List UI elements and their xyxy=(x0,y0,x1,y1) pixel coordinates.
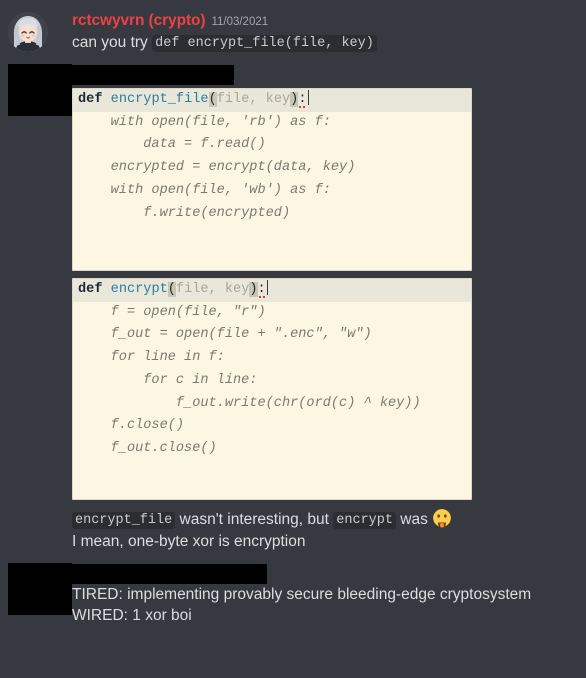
message-redacted-code: def encrypt_file(file, key): with open(f… xyxy=(0,54,586,552)
text-caret xyxy=(307,90,309,105)
message-encrypt-file-comment: encrypt_file wasn't interesting, but enc… xyxy=(72,508,576,531)
code-line: with open(file, 'wb') as f: xyxy=(78,182,331,198)
redacted-avatar xyxy=(8,563,72,615)
inline-code: def encrypt_file(file, key) xyxy=(152,35,377,52)
code-line: f.close() xyxy=(78,418,185,434)
token-function-name: encrypt_file xyxy=(110,92,209,107)
text-caret xyxy=(266,280,268,295)
code-screenshot-encrypt-file[interactable]: def encrypt_file(file, key): with open(f… xyxy=(72,88,472,271)
code-signature-line: def encrypt_file(file, key): xyxy=(73,89,471,112)
code-signature-line: def encrypt(file, key): xyxy=(73,279,471,302)
message-body: def encrypt_file(file, key): with open(f… xyxy=(72,64,576,552)
code-line: f_out.write(chr(ord(c) ^ key)) xyxy=(78,395,421,411)
message-header xyxy=(72,65,576,85)
message-header: rctcwyvrn (crypto) 11/03/2021 xyxy=(72,11,576,32)
redacted-username xyxy=(72,564,267,584)
message-body: TIRED: implementing provably secure blee… xyxy=(72,563,576,626)
code-screenshot-encrypt[interactable]: def encrypt(file, key): f = open(file, "… xyxy=(72,278,472,500)
username[interactable]: rctcwyvrn (crypto) xyxy=(72,12,206,29)
token-open-paren: ( xyxy=(167,282,176,297)
inline-code-encrypt: encrypt xyxy=(333,512,396,529)
avatar-column xyxy=(8,563,72,626)
inline-code-encrypt-file: encrypt_file xyxy=(72,512,176,529)
message-text: can you try xyxy=(72,34,153,51)
token-params: file, key xyxy=(216,92,291,107)
avatar-column xyxy=(8,10,72,54)
timestamp: 11/03/2021 xyxy=(211,16,269,28)
token-keyword-def: def xyxy=(78,282,103,297)
token-open-paren: ( xyxy=(208,92,217,107)
token-params: file, key xyxy=(175,282,250,297)
code-line: data = f.read() xyxy=(78,137,266,153)
token-function-name: encrypt xyxy=(110,282,168,297)
avatar[interactable] xyxy=(8,12,48,52)
token-keyword-def: def xyxy=(78,92,103,107)
redacted-avatar xyxy=(8,64,72,116)
token-colon: : xyxy=(257,282,266,301)
message-one-byte-xor: I mean, one-byte xor is encryption xyxy=(72,533,306,550)
code-line: for c in line: xyxy=(78,372,258,388)
message-line-tired: TIRED: implementing provably secure blee… xyxy=(72,586,532,603)
face-with-tongue-emoji xyxy=(432,508,452,528)
message-text: wasn't interesting, but xyxy=(175,511,334,528)
message-redacted-tired-wired: TIRED: implementing provably secure blee… xyxy=(0,552,586,626)
code-line: with open(file, 'rb') as f: xyxy=(78,114,331,130)
message-content: can you try def encrypt_file(file, key) xyxy=(72,32,576,54)
token-colon: : xyxy=(298,92,307,111)
message-header xyxy=(72,564,576,584)
message-body: rctcwyvrn (crypto) 11/03/2021 can you try… xyxy=(72,10,576,54)
anime-girl-avatar-icon xyxy=(8,12,48,52)
code-line: encrypted = encrypt(data, key) xyxy=(78,160,356,176)
token-close-paren: ) xyxy=(249,282,258,297)
redacted-username xyxy=(72,65,234,85)
avatar-column xyxy=(8,64,72,552)
message-text-tail: was xyxy=(395,511,433,528)
code-line: f.write(encrypted) xyxy=(78,205,291,221)
message-rctcwyvrn: rctcwyvrn (crypto) 11/03/2021 can you try… xyxy=(0,0,586,54)
code-line: for line in f: xyxy=(78,350,225,366)
code-line: f_out.close() xyxy=(78,440,217,456)
message-line-wired: WIRED: 1 xor boi xyxy=(72,607,192,624)
code-line: f = open(file, "r") xyxy=(78,304,266,320)
code-line: f_out = open(file + ".enc", "w") xyxy=(78,327,372,343)
discord-chat-view: rctcwyvrn (crypto) 11/03/2021 can you try… xyxy=(0,0,586,678)
